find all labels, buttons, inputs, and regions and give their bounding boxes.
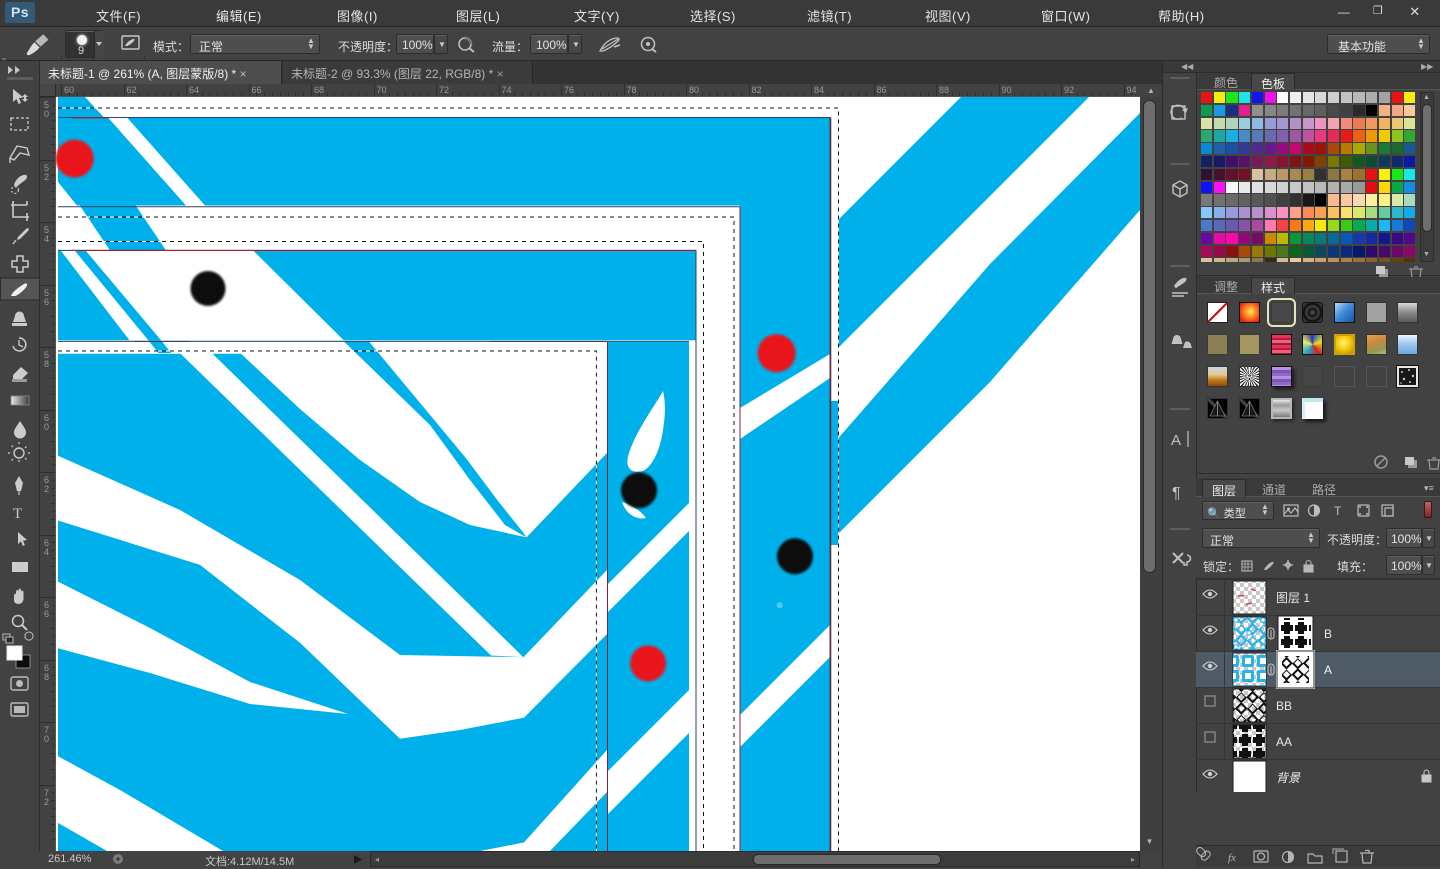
svg-text:T: T [13, 506, 22, 522]
svg-text:背景: 背景 [1276, 771, 1301, 785]
svg-text:¶: ¶ [1172, 485, 1181, 502]
svg-text:A: A [1324, 663, 1332, 677]
svg-text:T: T [1334, 504, 1342, 518]
svg-text:AA: AA [1276, 735, 1292, 749]
svg-text:fx: fx [1228, 852, 1236, 864]
svg-text:A: A [1171, 432, 1181, 449]
svg-text:图层 1: 图层 1 [1276, 591, 1310, 605]
svg-text:B: B [1324, 627, 1332, 641]
svg-text:BB: BB [1276, 699, 1292, 713]
